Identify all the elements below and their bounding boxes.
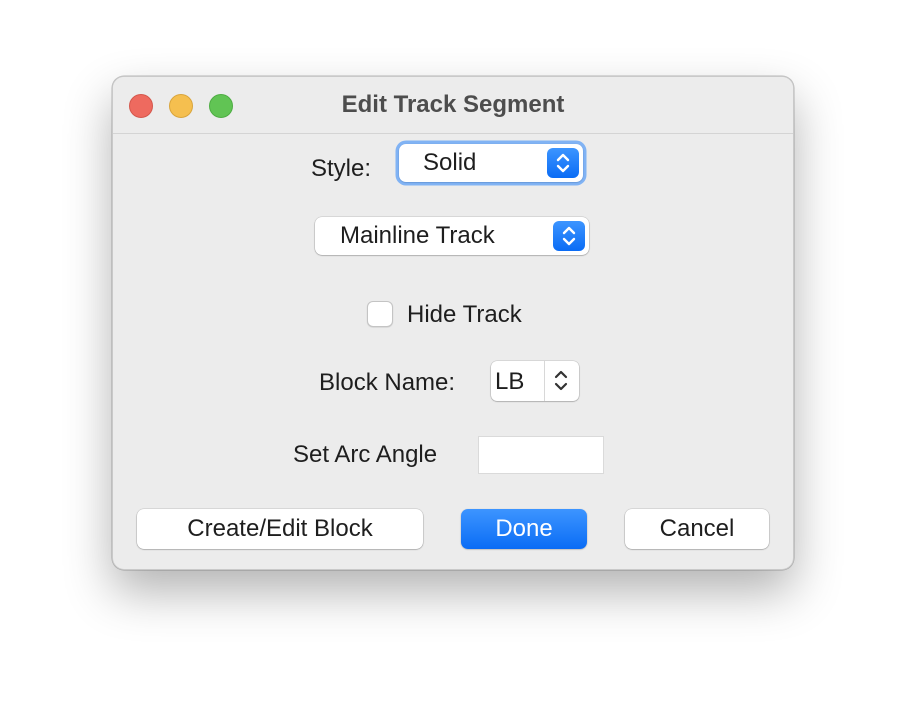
chevron-up-down-icon (547, 148, 579, 178)
hide-track-checkbox[interactable] (367, 301, 393, 327)
arc-angle-input[interactable] (478, 436, 604, 474)
track-type-select[interactable]: Mainline Track (315, 217, 589, 255)
done-button[interactable]: Done (461, 509, 587, 549)
chevron-up-down-icon[interactable] (545, 361, 579, 401)
block-name-label: Block Name: (319, 369, 456, 396)
block-name-combo[interactable]: LB (491, 361, 579, 401)
window-title: Edit Track Segment (341, 91, 565, 118)
arc-angle-label: Set Arc Angle (293, 441, 438, 468)
cancel-button[interactable]: Cancel (625, 509, 769, 549)
style-select-value: Solid (423, 149, 477, 176)
block-name-value[interactable]: LB (495, 368, 524, 396)
edit-track-segment-dialog: Edit Track Segment Style: Solid Mainline… (112, 76, 794, 570)
style-select[interactable]: Solid (399, 144, 583, 182)
hide-track-label[interactable]: Hide Track (407, 301, 522, 329)
create-edit-block-button[interactable]: Create/Edit Block (137, 509, 423, 549)
style-label: Style: (311, 155, 372, 182)
track-type-select-value: Mainline Track (340, 222, 495, 249)
title-bar[interactable]: Edit Track Segment (113, 77, 793, 134)
chevron-up-down-icon (553, 221, 585, 251)
